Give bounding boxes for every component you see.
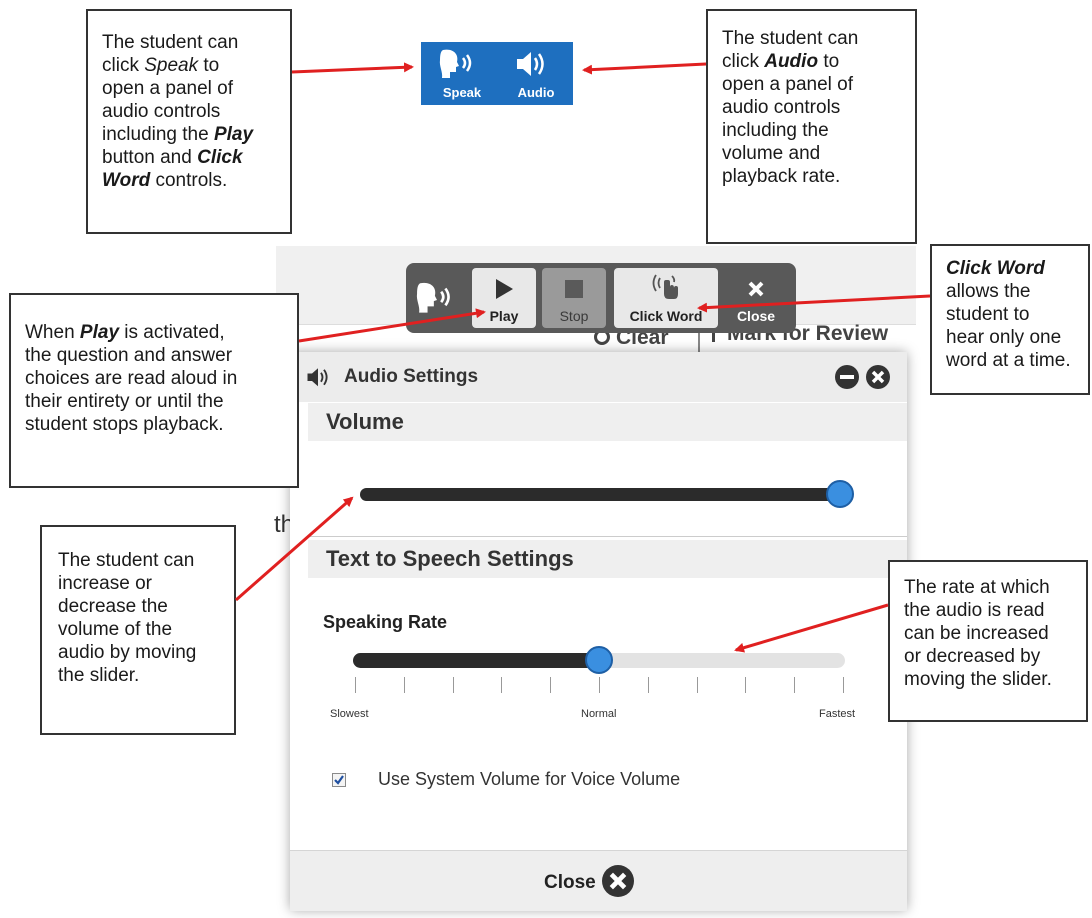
audio-settings-panel: Audio Settings Volume Text to Speech Set… (290, 352, 907, 911)
rate-tick (647, 677, 649, 693)
close-icon (748, 281, 764, 297)
rate-tick (501, 677, 503, 693)
panel-close-button[interactable]: Close (544, 865, 656, 897)
speak-icon (439, 49, 472, 78)
rate-tick (696, 677, 698, 693)
callout-text-run: Audio (764, 51, 819, 72)
rate-mid-label: Normal (581, 708, 617, 720)
play-callout: When Play is activated, the question and… (9, 293, 299, 488)
volume-slider-knob[interactable] (826, 480, 854, 508)
speaking-rate-label: Speaking Rate (323, 612, 448, 632)
rate-tick (794, 677, 796, 693)
close-label: Close (736, 308, 776, 324)
toolbar-divider (698, 330, 700, 352)
rate-tick (843, 677, 844, 693)
rate-slider-fill (353, 653, 599, 668)
rate-tick (745, 677, 747, 693)
close-panel-button[interactable] (866, 365, 890, 389)
callout-text-run: Play (79, 322, 120, 343)
play-callout-text: When Play is activated, the question and… (25, 321, 291, 436)
callout-text-run: Play (213, 124, 254, 145)
speaking-rate-slider[interactable] (353, 646, 845, 674)
rate-callout-text: The rate at which the audio is read can … (904, 576, 1082, 691)
callout-text-run: When (25, 322, 80, 343)
rate-tick (550, 677, 552, 693)
speak-callout-text: The student can click Speak to open a pa… (102, 31, 282, 192)
callout-text-run: Speak (144, 55, 199, 76)
click-word-callout: Click Word allows the student to hear on… (930, 244, 1090, 395)
rate-slider-knob[interactable] (585, 646, 613, 674)
audio-callout-text: The student can click Audio to open a pa… (722, 27, 907, 188)
volume-callout: The student can increase or decrease the… (40, 525, 236, 735)
stop-label: Stop (559, 308, 589, 324)
play-label: Play (489, 308, 519, 324)
volume-slider-fill (360, 488, 840, 501)
rate-min-label: Slowest (330, 708, 369, 720)
stop-icon (565, 280, 583, 298)
panel-title: Audio Settings (344, 366, 479, 387)
click-word-label: Click Word (629, 308, 703, 324)
close-circle-icon (602, 865, 634, 897)
callout-text-run: Click Word (946, 258, 1045, 279)
rate-callout: The rate at which the audio is read can … (888, 560, 1088, 722)
close-circle-icon (866, 365, 890, 389)
panel-close-label: Close (544, 872, 596, 893)
audio-button[interactable]: Audio (501, 42, 571, 105)
speaker-icon (307, 368, 328, 387)
callout-text-run: The student can increase or decrease the… (58, 550, 197, 686)
speak-callout: The student can click Speak to open a pa… (86, 9, 292, 234)
tts-section-heading: Text to Speech Settings (308, 540, 907, 578)
minus-circle-icon (835, 365, 859, 389)
rate-tick (452, 677, 454, 693)
stop-button[interactable]: Stop (542, 268, 606, 328)
section-divider (308, 536, 907, 537)
panel-header: Audio Settings (290, 352, 907, 402)
click-word-button[interactable]: Click Word (614, 268, 718, 328)
rate-tick (355, 677, 356, 693)
arrow-audio (582, 62, 707, 75)
arrow-speak (291, 62, 414, 74)
callout-text-run: allows the student to hear only one word… (946, 281, 1071, 371)
system-volume-checkbox[interactable] (332, 773, 346, 787)
audio-label: Audio (517, 85, 555, 100)
play-button[interactable]: Play (472, 268, 536, 328)
speaker-icon (517, 52, 544, 76)
volume-section-heading: Volume (308, 403, 907, 441)
click-word-icon (652, 274, 678, 299)
minimize-button[interactable] (835, 365, 859, 389)
tts-toolbar: Play Stop Click Word Close (406, 263, 796, 333)
checkmark-icon (334, 775, 344, 785)
rate-ticks (353, 677, 845, 693)
volume-callout-text: The student can increase or decrease the… (58, 549, 228, 687)
callout-text-run: button and (102, 147, 192, 168)
rate-max-label: Fastest (819, 708, 856, 720)
speak-audio-toolbar: Speak Audio (421, 42, 573, 105)
speak-icon (416, 282, 450, 313)
audio-callout: The student can click Audio to open a pa… (706, 9, 917, 244)
panel-footer: Close (290, 850, 907, 911)
play-icon (496, 279, 513, 299)
speak-label: Speak (442, 85, 482, 100)
callout-text-run: The rate at which the audio is read can … (904, 577, 1052, 690)
rate-tick (599, 677, 600, 693)
close-toolbar-button[interactable]: Close (724, 268, 788, 328)
click-word-callout-text: Click Word allows the student to hear on… (946, 257, 1084, 372)
system-volume-label: Use System Volume for Voice Volume (378, 769, 681, 789)
callout-text-run: controls. (150, 170, 228, 191)
volume-slider[interactable] (360, 480, 854, 508)
speak-button[interactable]: Speak (427, 42, 497, 105)
rate-tick (403, 677, 405, 693)
